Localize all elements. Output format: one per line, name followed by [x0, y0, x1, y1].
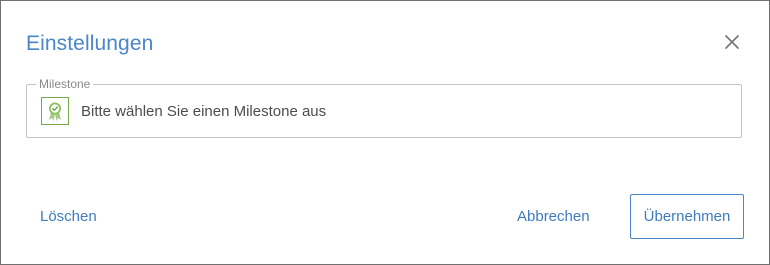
close-button[interactable]: [722, 32, 742, 52]
settings-dialog: Einstellungen Milestone Bitte wählen Sie…: [0, 0, 770, 265]
delete-button[interactable]: Löschen: [40, 208, 97, 226]
cancel-button[interactable]: Abbrechen: [517, 208, 590, 226]
apply-button[interactable]: Übernehmen: [630, 194, 744, 239]
milestone-placeholder: Bitte wählen Sie einen Milestone aus: [81, 103, 327, 120]
dialog-title: Einstellungen: [26, 32, 154, 55]
milestone-select[interactable]: Milestone Bitte wählen Sie einen Milesto…: [26, 77, 742, 138]
close-icon: [725, 35, 739, 49]
milestone-award-icon: [41, 97, 69, 125]
milestone-field-label: Milestone: [36, 77, 94, 91]
